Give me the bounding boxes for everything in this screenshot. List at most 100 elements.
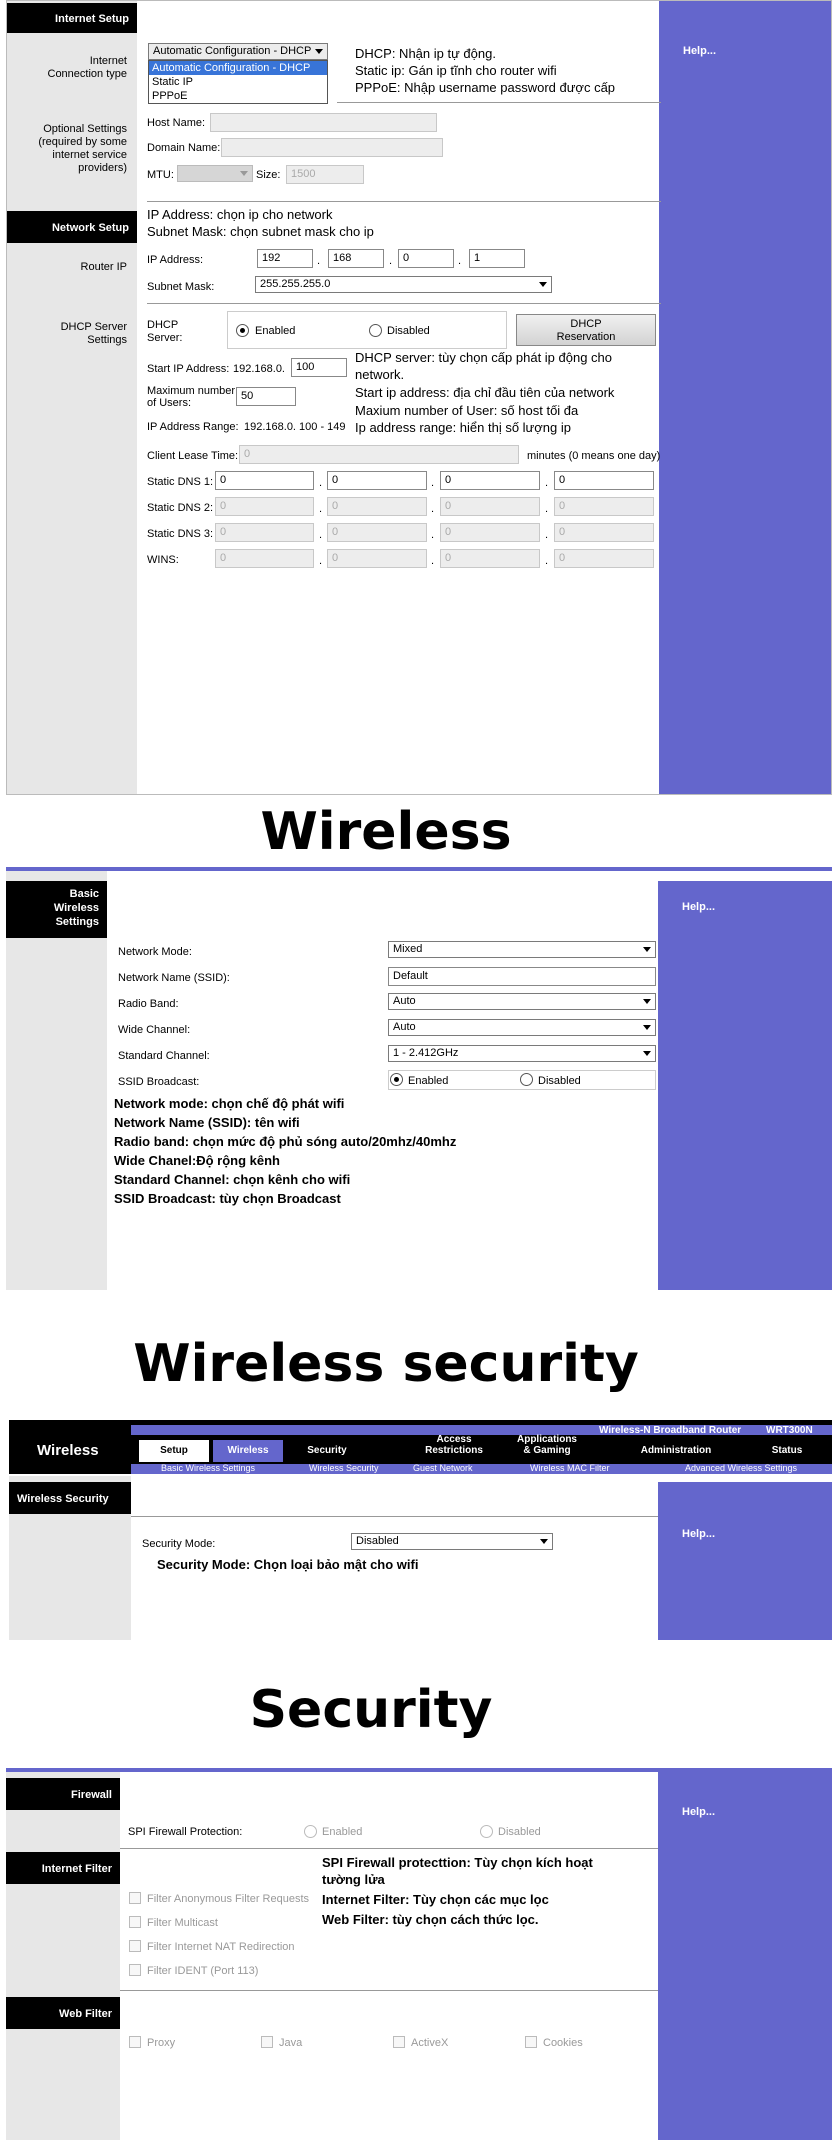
activex-checkbox[interactable] — [393, 2036, 405, 2048]
proxy-label: Proxy — [147, 2037, 176, 2049]
subnet-mask-select[interactable]: 255.255.255.0 — [255, 276, 552, 293]
help-link[interactable]: Help... — [682, 1806, 715, 1818]
start-ip-input[interactable]: 100 — [291, 358, 347, 377]
wins-octet-3[interactable]: 0 — [440, 549, 540, 568]
help-panel: Help... — [658, 881, 832, 1290]
dhcp-enabled-radio[interactable] — [236, 324, 249, 337]
tab-access-restrictions[interactable]: Access Restrictions — [409, 1434, 499, 1460]
domain-name-input[interactable] — [221, 138, 443, 157]
mtu-select[interactable] — [177, 165, 253, 182]
proxy-checkbox[interactable] — [129, 2036, 141, 2048]
dot: . — [545, 477, 549, 489]
spi-enabled-label: Enabled — [322, 1826, 363, 1838]
dot: . — [389, 255, 393, 267]
radio-band-select[interactable]: Auto — [388, 993, 656, 1010]
dns3-octet-3[interactable]: 0 — [440, 523, 540, 542]
wins-octet-4[interactable]: 0 — [554, 549, 654, 568]
dhcp-disabled-radio[interactable] — [369, 324, 382, 337]
filter-anonymous-checkbox[interactable] — [129, 1892, 141, 1904]
ip-octet-1[interactable]: 192 — [257, 249, 313, 268]
note-subnet-mask: Subnet Mask: chọn subnet mask cho ip — [147, 224, 374, 239]
model-name: WRT300N — [766, 1425, 813, 1436]
ip-range-value: 192.168.0. 100 - 149 — [244, 421, 346, 433]
tab-setup[interactable]: Setup — [139, 1440, 209, 1462]
product-name: Wireless-N Broadband Router — [599, 1425, 742, 1436]
radio-band-label: Radio Band: — [118, 998, 179, 1010]
option-dhcp[interactable]: Automatic Configuration - DHCP — [149, 61, 327, 75]
filter-multicast-checkbox[interactable] — [129, 1916, 141, 1928]
max-users-input[interactable]: 50 — [236, 387, 296, 406]
subnet-mask-label: Subnet Mask: — [147, 281, 215, 293]
ip-octet-3[interactable]: 0 — [398, 249, 454, 268]
dns1-octet-1[interactable]: 0 — [215, 471, 314, 490]
internet-filter-header: Internet Filter — [6, 1852, 120, 1884]
tab-status[interactable]: Status — [747, 1440, 827, 1462]
dhcp-enabled-label: Enabled — [255, 325, 296, 337]
host-name-input[interactable] — [210, 113, 437, 132]
tab-security[interactable]: Security — [287, 1440, 367, 1462]
ip-octet-4[interactable]: 1 — [469, 249, 525, 268]
dns2-octet-2[interactable]: 0 — [327, 497, 427, 516]
dot: . — [317, 255, 321, 267]
help-link[interactable]: Help... — [682, 901, 715, 913]
dns3-octet-1[interactable]: 0 — [215, 523, 314, 542]
dot: . — [431, 477, 435, 489]
ip-range-label: IP Address Range: — [147, 421, 239, 433]
divider — [120, 1990, 658, 1991]
option-pppoe[interactable]: PPPoE — [149, 89, 327, 103]
security-mode-select[interactable]: Disabled — [351, 1533, 553, 1550]
wins-octet-1[interactable]: 0 — [215, 549, 314, 568]
wins-octet-2[interactable]: 0 — [327, 549, 427, 568]
dot: . — [319, 503, 323, 515]
help-link[interactable]: Help... — [682, 1528, 715, 1540]
spi-disabled-radio[interactable] — [480, 1825, 493, 1838]
spi-enabled-radio[interactable] — [304, 1825, 317, 1838]
subtab-advanced-wireless-settings[interactable]: Advanced Wireless Settings — [685, 1463, 797, 1473]
cookies-label: Cookies — [543, 2037, 583, 2049]
subtab-wireless-mac-filter[interactable]: Wireless MAC Filter — [530, 1463, 610, 1473]
start-ip-prefix: 192.168.0. — [233, 363, 285, 375]
network-mode-select[interactable]: Mixed — [388, 941, 656, 958]
dns1-octet-4[interactable]: 0 — [554, 471, 654, 490]
java-checkbox[interactable] — [261, 2036, 273, 2048]
subtab-guest-network[interactable]: Guest Network — [413, 1463, 473, 1473]
max-users-label: Maximum number of Users: — [147, 385, 236, 409]
option-static-ip[interactable]: Static IP — [149, 75, 327, 89]
subtab-wireless-security[interactable]: Wireless Security — [309, 1463, 379, 1473]
dns2-octet-4[interactable]: 0 — [554, 497, 654, 516]
size-input[interactable]: 1500 — [286, 165, 364, 184]
dns1-octet-3[interactable]: 0 — [440, 471, 540, 490]
divider — [131, 1516, 658, 1517]
start-ip-label: Start IP Address: — [147, 363, 230, 375]
dot: . — [431, 555, 435, 567]
dns1-octet-2[interactable]: 0 — [327, 471, 427, 490]
note-max-users: Maxium number of User: số host tối đa — [355, 403, 579, 418]
tab-administration[interactable]: Administration — [621, 1440, 731, 1462]
cookies-checkbox[interactable] — [525, 2036, 537, 2048]
size-label: Size: — [256, 169, 281, 181]
wireless-panel: Basic Wireless Settings Help... Network … — [6, 867, 832, 1290]
divider — [147, 303, 661, 304]
lease-time-input[interactable]: 0 — [239, 445, 519, 464]
ip-octet-2[interactable]: 168 — [328, 249, 384, 268]
dns2-octet-1[interactable]: 0 — [215, 497, 314, 516]
divider — [147, 201, 661, 202]
dns3-octet-4[interactable]: 0 — [554, 523, 654, 542]
ssid-input[interactable]: Default — [388, 967, 656, 986]
ssid-enabled-radio[interactable] — [390, 1073, 403, 1086]
filter-nat-redirection-checkbox[interactable] — [129, 1940, 141, 1952]
ssid-disabled-radio[interactable] — [520, 1073, 533, 1086]
wide-channel-select[interactable]: Auto — [388, 1019, 656, 1036]
dns3-octet-2[interactable]: 0 — [327, 523, 427, 542]
subtab-basic-wireless-settings[interactable]: Basic Wireless Settings — [161, 1463, 255, 1473]
host-name-label: Host Name: — [147, 117, 206, 129]
dhcp-reservation-button[interactable]: DHCP Reservation — [516, 314, 656, 346]
standard-channel-select[interactable]: 1 - 2.412GHz — [388, 1045, 656, 1062]
tab-wireless[interactable]: Wireless — [213, 1440, 283, 1462]
help-link[interactable]: Help... — [683, 45, 716, 57]
dot: . — [431, 529, 435, 541]
connection-type-select[interactable]: Automatic Configuration - DHCP — [148, 43, 328, 60]
tab-applications-gaming[interactable]: Applications & Gaming — [497, 1434, 597, 1460]
dns2-octet-3[interactable]: 0 — [440, 497, 540, 516]
filter-ident-checkbox[interactable] — [129, 1964, 141, 1976]
